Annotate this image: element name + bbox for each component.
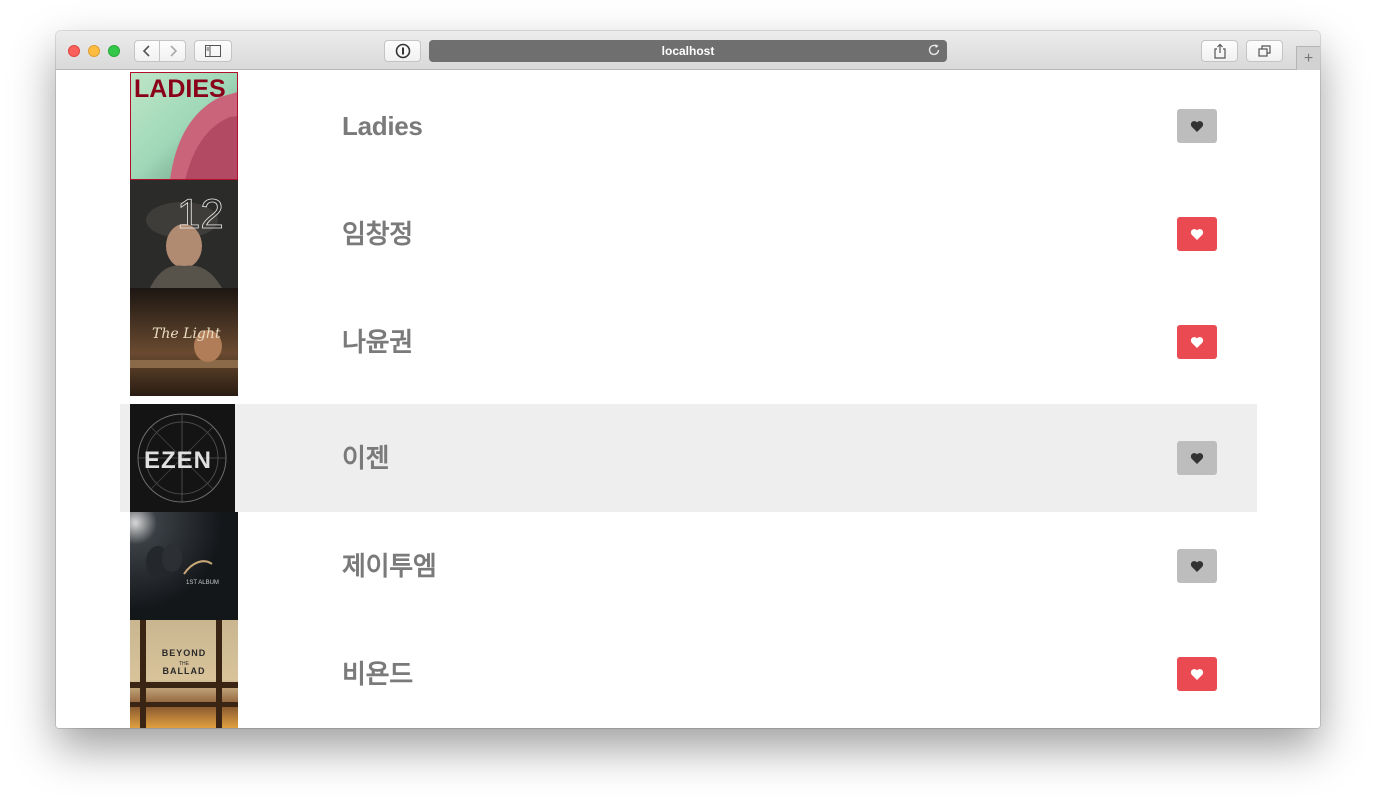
list-item[interactable]: LADIES Ladies: [120, 72, 1257, 180]
list-item[interactable]: 12 임창정: [120, 180, 1257, 288]
favorite-button[interactable]: [1177, 657, 1217, 691]
artist-list: LADIES Ladies 12 임창정 The Light 나윤권 EZEN …: [56, 70, 1320, 728]
new-tab-button[interactable]: +: [1296, 46, 1320, 70]
share-button[interactable]: [1201, 40, 1238, 62]
navigation-buttons: [134, 40, 186, 62]
reload-icon[interactable]: [927, 43, 941, 57]
share-icon: [1213, 43, 1226, 59]
cover-title-line3: BALLAD: [163, 666, 206, 676]
album-cover-ezen: EZEN: [130, 404, 235, 512]
list-item[interactable]: The Light 나윤권: [120, 288, 1257, 396]
album-cover-12: 12: [130, 180, 238, 288]
cover-title: The Light: [152, 326, 221, 342]
forward-button[interactable]: [160, 40, 186, 62]
favorite-button[interactable]: [1177, 325, 1217, 359]
heart-icon: [1190, 228, 1204, 240]
list-item-highlighted[interactable]: EZEN 이젠: [120, 404, 1257, 512]
artist-name: 제이투엠: [342, 551, 437, 581]
list-item[interactable]: 1ST ALBUM 제이투엠: [120, 512, 1257, 620]
favorite-button[interactable]: [1177, 217, 1217, 251]
album-cover-ladies: LADIES: [130, 72, 238, 180]
artist-name: 이젠: [342, 443, 390, 473]
browser-toolbar: localhost +: [56, 31, 1320, 70]
heart-icon: [1190, 668, 1204, 680]
zoom-window-button[interactable]: [108, 45, 120, 57]
artist-name: 비욘드: [342, 659, 413, 689]
back-button[interactable]: [134, 40, 160, 62]
favorite-button[interactable]: [1177, 441, 1217, 475]
album-cover-beyond-the-ballad: BEYOND THE BALLAD: [130, 620, 238, 728]
show-tabs-button[interactable]: [1246, 40, 1283, 62]
info-icon: [395, 43, 410, 59]
sidebar-toggle-button[interactable]: [194, 40, 232, 62]
cover-title: EZEN: [144, 447, 212, 474]
favorite-button[interactable]: [1177, 109, 1217, 143]
minimize-window-button[interactable]: [88, 45, 100, 57]
close-window-button[interactable]: [68, 45, 80, 57]
address-bar[interactable]: localhost: [429, 40, 947, 62]
cover-subtitle: 1ST ALBUM: [186, 580, 219, 586]
album-cover-the-light: The Light: [130, 288, 238, 396]
browser-window: localhost + LADIES Ladies 12 임창정 The Lig…: [56, 31, 1320, 728]
heart-icon: [1190, 560, 1204, 572]
artist-name: 임창정: [342, 219, 413, 249]
heart-icon: [1190, 452, 1204, 464]
chevron-right-icon: [169, 45, 177, 57]
artist-name: Ladies: [342, 111, 423, 141]
sidebar-icon: [205, 45, 221, 57]
cover-title: 12: [177, 190, 224, 237]
reader-button[interactable]: [384, 40, 421, 62]
url-text: localhost: [661, 44, 715, 58]
artist-name: 나윤권: [342, 327, 413, 357]
heart-icon: [1190, 120, 1204, 132]
favorite-button[interactable]: [1177, 549, 1217, 583]
heart-icon: [1190, 336, 1204, 348]
album-cover-j2m: 1ST ALBUM: [130, 512, 238, 620]
tabs-icon: [1257, 45, 1271, 57]
cover-title-line1: BEYOND: [162, 648, 207, 658]
list-item[interactable]: BEYOND THE BALLAD 비욘드: [120, 620, 1257, 728]
cover-title: LADIES: [134, 75, 226, 103]
chevron-left-icon: [142, 45, 150, 57]
